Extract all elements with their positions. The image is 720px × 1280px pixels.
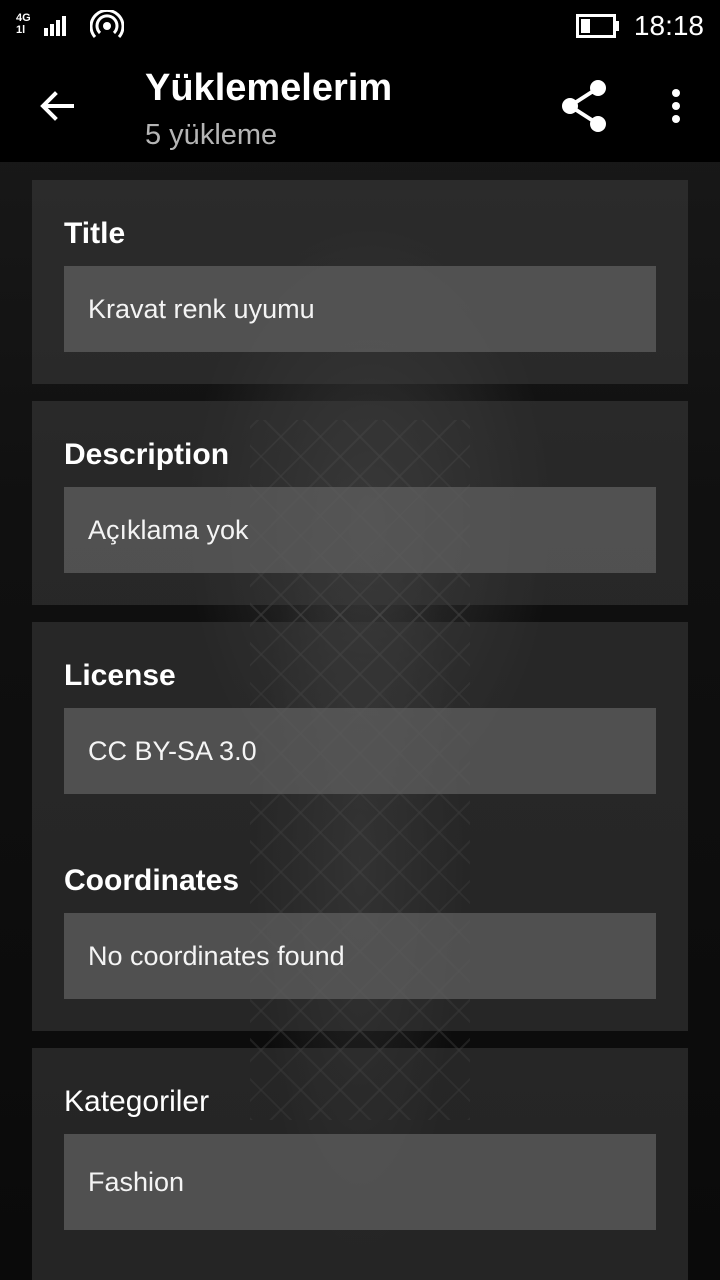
signal-icon: [44, 14, 68, 41]
status-bar: 4G 1l 18:18: [0, 0, 720, 52]
categories-card: Kategoriler Fashion: [32, 1048, 688, 1280]
categories-label: Kategoriler: [64, 1085, 210, 1118]
coordinates-value: No coordinates found: [88, 941, 345, 971]
page-subtitle: 5 yükleme: [145, 119, 278, 151]
title-label: Title: [64, 217, 126, 250]
network-type: 4G 1l: [16, 12, 38, 36]
license-label: License: [64, 659, 176, 692]
share-button[interactable]: [552, 76, 616, 140]
title-value: Kravat renk uyumu: [88, 294, 315, 324]
category-item[interactable]: Fashion: [64, 1134, 656, 1230]
category-value: Fashion: [88, 1167, 185, 1197]
description-field[interactable]: Açıklama yok: [64, 487, 656, 573]
status-clock: 18:18: [633, 10, 704, 41]
share-icon: [558, 78, 610, 139]
hotspot-icon: [89, 8, 125, 47]
app-bar: Yüklemelerim 5 yükleme: [0, 52, 720, 162]
more-options-button[interactable]: [656, 80, 696, 136]
description-card: Description Açıklama yok: [32, 401, 688, 605]
back-arrow-icon: [38, 90, 74, 127]
page-title: Yüklemelerim: [145, 67, 393, 109]
license-field[interactable]: CC BY-SA 3.0: [64, 708, 656, 794]
network-data-label: 1l: [16, 24, 26, 36]
battery-icon: [576, 14, 620, 43]
coordinates-field[interactable]: No coordinates found: [64, 913, 656, 999]
title-field[interactable]: Kravat renk uyumu: [64, 266, 656, 352]
license-value: CC BY-SA 3.0: [88, 736, 257, 766]
title-card: Title Kravat renk uyumu: [32, 180, 688, 384]
description-value: Açıklama yok: [88, 515, 249, 545]
license-coordinates-card: License CC BY-SA 3.0 Coordinates No coor…: [32, 622, 688, 1031]
coordinates-label: Coordinates: [64, 864, 240, 897]
back-button[interactable]: [30, 82, 82, 134]
more-vert-icon: [671, 88, 681, 129]
network-type-label: 4G: [16, 12, 31, 24]
description-label: Description: [64, 438, 230, 471]
